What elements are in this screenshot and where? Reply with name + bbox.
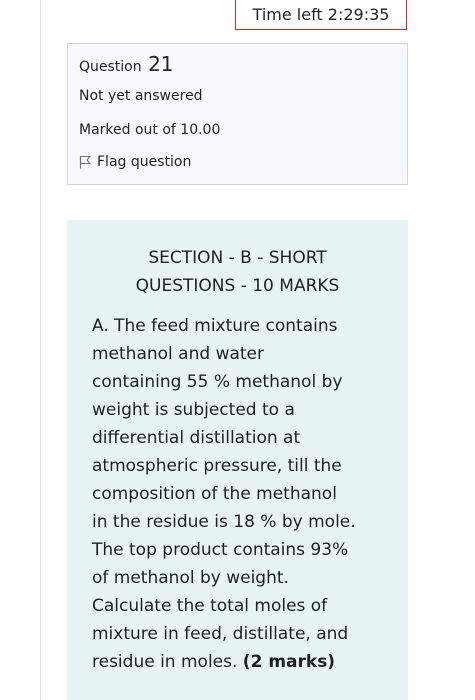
heading-line: QUESTIONS - 10 MARKS <box>135 276 340 296</box>
flag-question-button[interactable]: Flag question <box>79 154 191 170</box>
body-line: atmospheric pressure, till the <box>92 456 342 476</box>
body-line: of methanol by weight. <box>92 568 289 588</box>
question-state: Not yet answered <box>79 88 203 104</box>
body-line: methanol and water <box>92 344 265 364</box>
body-line: Calculate the total moles of <box>92 596 328 616</box>
heading-line: SECTION - B - SHORT <box>148 248 327 268</box>
flag-icon <box>79 155 91 169</box>
body-line: weight is subjected to a <box>92 400 295 420</box>
body-line: in the residue is 18 % by mole. <box>92 512 356 532</box>
body-line: mixture in feed, distillate, and <box>92 624 349 644</box>
body-line: containing 55 % methanol by <box>92 372 343 392</box>
timer-label: Time left 2:29:35 <box>252 4 390 24</box>
question-heading: SECTION - B - SHORT QUESTIONS - 10 MARKS <box>67 244 408 300</box>
body-line: differential distillation at <box>92 428 301 448</box>
body-line: The top product contains 93% <box>92 540 349 560</box>
body-line: A. The feed mixture contains <box>92 316 338 336</box>
body-line: residue in moles. <box>92 652 238 672</box>
body-line: composition of the methanol <box>92 484 337 504</box>
question-number-value: 21 <box>148 52 174 76</box>
question-body: A. The feed mixture contains methanol an… <box>92 312 392 676</box>
marks-label: (2 marks) <box>242 652 336 672</box>
question-number: Question 21 <box>79 52 174 76</box>
left-divider <box>40 0 41 700</box>
question-grade: Marked out of 10.00 <box>79 122 221 138</box>
question-text-panel: SECTION - B - SHORT QUESTIONS - 10 MARKS… <box>67 220 408 700</box>
body-line-final: residue in moles. (2 marks) <box>92 648 392 676</box>
question-info-panel: Question 21 Not yet answered Marked out … <box>67 43 408 185</box>
question-prefix: Question <box>79 59 142 75</box>
flag-question-label: Flag question <box>97 154 192 170</box>
quiz-timer: Time left 2:29:35 <box>235 0 407 30</box>
